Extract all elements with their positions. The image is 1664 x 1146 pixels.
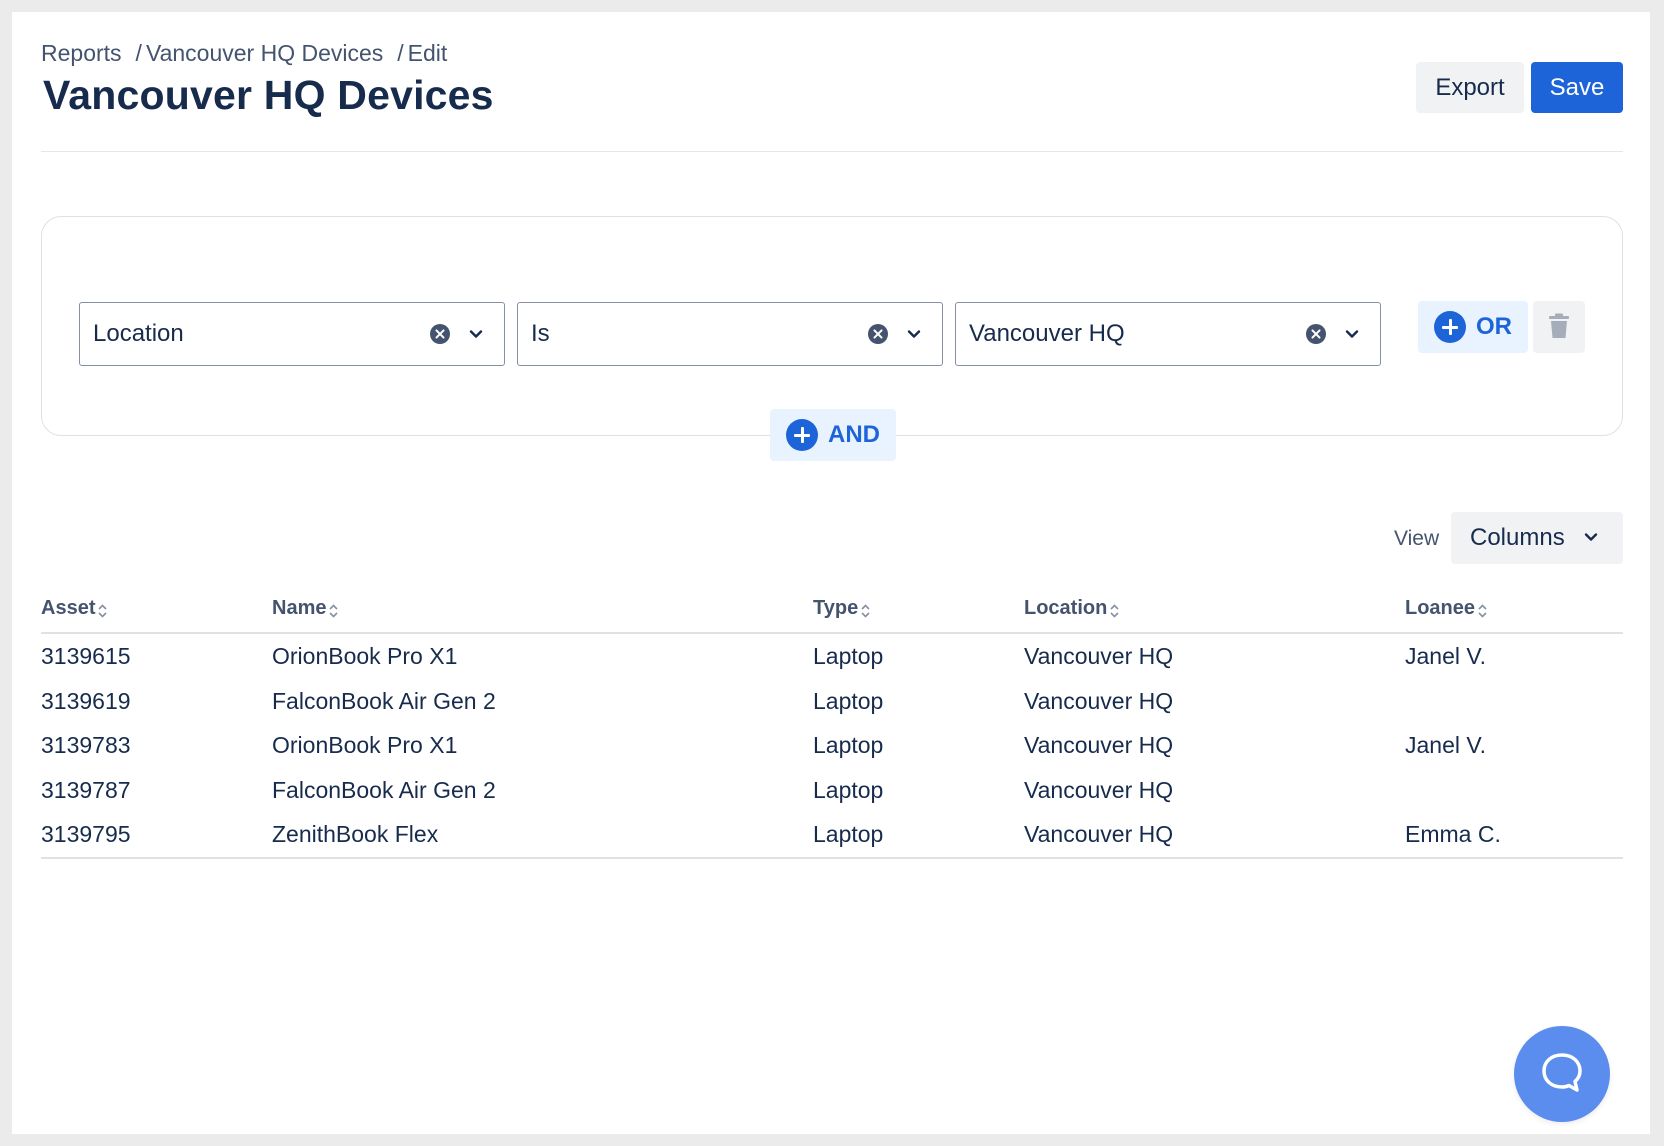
- cell-location: Vancouver HQ: [1024, 687, 1174, 714]
- sort-icon: [1478, 603, 1487, 618]
- column-header-location[interactable]: Location: [1024, 597, 1119, 620]
- cell-asset: 3139619: [41, 687, 131, 714]
- devices-table: Asset Name Type Location Loanee 3139615 …: [41, 597, 1623, 859]
- column-header-label: Name: [272, 597, 327, 619]
- chevron-down-icon: [1344, 326, 1360, 342]
- clear-icon[interactable]: [430, 324, 450, 344]
- cell-type: Laptop: [813, 687, 884, 714]
- column-header-loanee[interactable]: Loanee: [1405, 597, 1487, 620]
- plus-circle-icon: [786, 419, 818, 451]
- column-header-name[interactable]: Name: [272, 597, 339, 620]
- sort-icon: [861, 603, 870, 618]
- chat-bubble-icon: [1540, 1052, 1584, 1097]
- page-title: Vancouver HQ Devices: [43, 72, 494, 118]
- filter-field-value: Location: [93, 320, 184, 347]
- plus-circle-icon: [1434, 311, 1466, 343]
- cell-location: Vancouver HQ: [1024, 776, 1174, 803]
- cell-loanee: Emma C.: [1405, 821, 1501, 847]
- add-and-label: AND: [828, 421, 880, 448]
- cell-location: Vancouver HQ: [1024, 643, 1174, 669]
- cell-loanee: Janel V.: [1405, 643, 1486, 669]
- cell-name: FalconBook Air Gen 2: [272, 687, 496, 714]
- breadcrumb-report-name[interactable]: Vancouver HQ Devices: [146, 40, 383, 67]
- clear-icon[interactable]: [1306, 324, 1326, 344]
- add-or-button[interactable]: OR: [1418, 301, 1528, 353]
- filter-operator-value: Is: [531, 320, 550, 347]
- column-header-label: Type: [813, 597, 859, 619]
- cell-location: Vancouver HQ: [1024, 732, 1174, 758]
- table-header: Asset Name Type Location Loanee: [41, 597, 1623, 634]
- column-header-type[interactable]: Type: [813, 597, 870, 620]
- header-divider: [41, 151, 1623, 152]
- view-label: View: [1394, 527, 1440, 550]
- cell-type: Laptop: [813, 732, 884, 758]
- columns-label: Columns: [1470, 524, 1565, 551]
- breadcrumb-separator: /: [135, 40, 142, 66]
- export-button[interactable]: Export: [1416, 62, 1524, 113]
- breadcrumb-separator: /: [397, 40, 404, 66]
- add-or-label: OR: [1476, 313, 1512, 340]
- cell-type: Laptop: [813, 821, 884, 847]
- columns-dropdown[interactable]: Columns: [1451, 512, 1623, 564]
- sort-icon: [329, 603, 339, 618]
- chevron-down-icon: [906, 326, 922, 342]
- column-header-asset[interactable]: Asset: [41, 597, 108, 620]
- help-chat-button[interactable]: [1514, 1026, 1610, 1122]
- chevron-down-icon: [468, 326, 484, 342]
- save-button[interactable]: Save: [1531, 62, 1623, 113]
- cell-type: Laptop: [813, 776, 884, 803]
- column-header-label: Location: [1024, 597, 1108, 619]
- table-row[interactable]: 3139795 ZenithBook Flex Laptop Vancouver…: [41, 812, 1623, 857]
- breadcrumb-current: Edit: [407, 40, 448, 66]
- cell-name: OrionBook Pro X1: [272, 643, 458, 669]
- table-row[interactable]: 3139783 OrionBook Pro X1 Laptop Vancouve…: [41, 723, 1623, 768]
- cell-asset: 3139795: [41, 821, 131, 847]
- sort-icon: [1110, 603, 1119, 618]
- cell-name: ZenithBook Flex: [272, 821, 439, 847]
- cell-asset: 3139783: [41, 732, 131, 758]
- column-header-label: Loanee: [1405, 597, 1476, 619]
- chevron-down-icon: [1583, 524, 1599, 552]
- filter-field-select[interactable]: Location: [79, 302, 505, 366]
- cell-asset: 3139615: [41, 643, 131, 669]
- cell-name: FalconBook Air Gen 2: [272, 776, 496, 803]
- cell-location: Vancouver HQ: [1024, 821, 1174, 847]
- table-row[interactable]: 3139787 FalconBook Air Gen 2 Laptop Vanc…: [41, 768, 1623, 813]
- page: Reports / Vancouver HQ Devices / Edit Va…: [12, 12, 1650, 1134]
- sort-icon: [98, 603, 108, 618]
- breadcrumb: Reports / Vancouver HQ Devices / Edit: [41, 40, 447, 67]
- clear-icon[interactable]: [868, 324, 888, 344]
- table-body: 3139615 OrionBook Pro X1 Laptop Vancouve…: [41, 634, 1623, 859]
- filter-operator-select[interactable]: Is: [517, 302, 943, 366]
- cell-type: Laptop: [813, 643, 884, 669]
- column-header-label: Asset: [41, 597, 96, 619]
- trash-icon: [1547, 313, 1571, 342]
- filter-value-select[interactable]: Vancouver HQ: [955, 302, 1381, 366]
- cell-loanee: Janel V.: [1405, 732, 1486, 758]
- cell-name: OrionBook Pro X1: [272, 732, 458, 758]
- table-row[interactable]: 3139619 FalconBook Air Gen 2 Laptop Vanc…: [41, 679, 1623, 724]
- cell-asset: 3139787: [41, 776, 131, 803]
- breadcrumb-reports[interactable]: Reports: [41, 40, 122, 67]
- add-and-button[interactable]: AND: [770, 409, 896, 461]
- filter-value-value: Vancouver HQ: [969, 320, 1125, 347]
- table-row[interactable]: 3139615 OrionBook Pro X1 Laptop Vancouve…: [41, 634, 1623, 679]
- delete-filter-button[interactable]: [1533, 301, 1585, 353]
